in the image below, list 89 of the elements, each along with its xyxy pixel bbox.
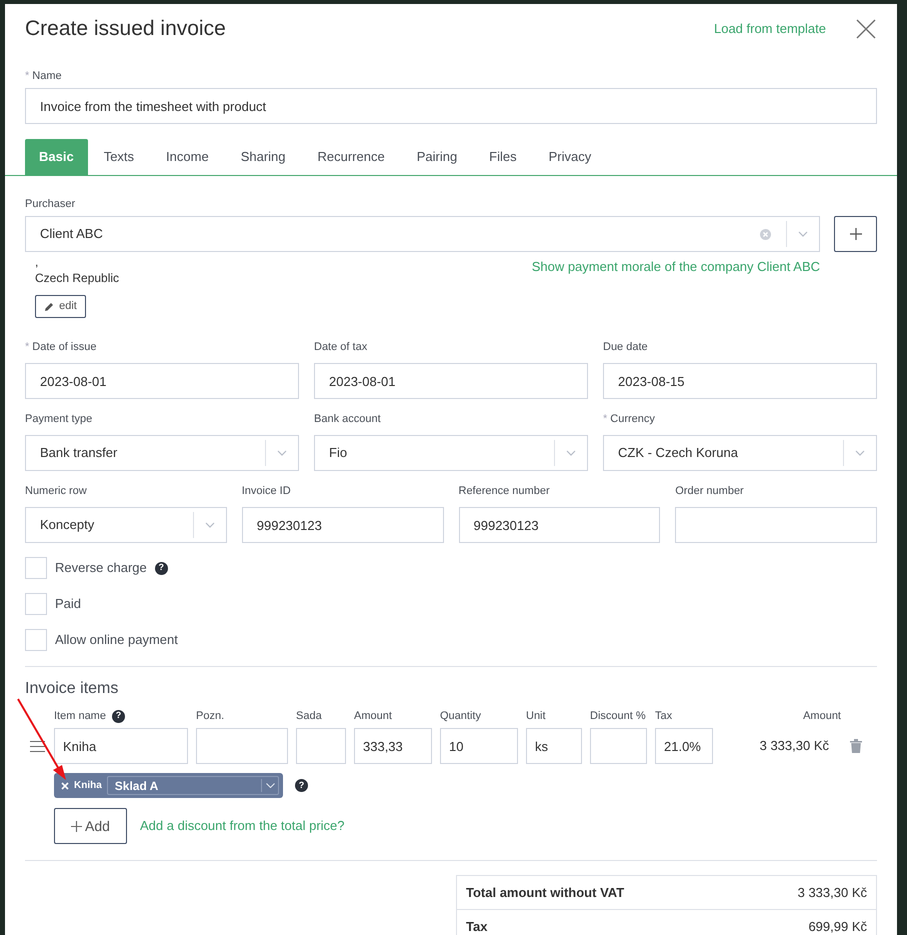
warehouse-select[interactable]: Sklad A: [106, 776, 279, 795]
edit-button[interactable]: edit: [35, 295, 86, 318]
item-total: 3 333,30 Kč: [758, 737, 829, 756]
column-header: Amount: [803, 708, 841, 724]
item-input[interactable]: [590, 728, 647, 764]
field-label: Name: [32, 69, 62, 84]
column-header: Sada: [296, 708, 322, 724]
total-value: 699,99 Kč: [808, 918, 867, 935]
field-label: Date of tax: [314, 340, 368, 355]
add-purchaser-button[interactable]: [834, 216, 877, 252]
tab[interactable]: Privacy: [532, 139, 608, 175]
tag-product: Kniha: [74, 779, 102, 793]
item-input[interactable]: ks: [526, 728, 582, 764]
required-mark: *: [25, 340, 30, 355]
field-label: Numeric row: [25, 484, 87, 499]
select-field[interactable]: CZK - Czech Koruna: [603, 435, 877, 471]
field-label: Payment type: [25, 412, 92, 427]
column-header: Tax: [655, 708, 672, 724]
field-label: Invoice ID: [242, 484, 291, 499]
item-input[interactable]: [196, 728, 288, 764]
tab[interactable]: Sharing: [224, 139, 302, 175]
item-input[interactable]: [296, 728, 346, 764]
checkbox-label: Allow online payment: [55, 631, 178, 650]
total-value: 3 333,30 Kč: [798, 884, 867, 902]
drag-handle-icon[interactable]: [30, 740, 45, 752]
input-field[interactable]: 2023-08-01: [314, 363, 588, 399]
remove-icon[interactable]: [61, 782, 69, 790]
chevron-down-icon: [266, 783, 275, 788]
input-field[interactable]: 999230123: [458, 507, 660, 543]
chevron-down-icon: [566, 450, 576, 456]
chevron-down-icon: [277, 450, 287, 456]
checkbox[interactable]: [25, 557, 47, 579]
field-label: Currency: [610, 412, 655, 427]
trash-icon[interactable]: [850, 739, 862, 753]
field-label: Due date: [603, 340, 648, 355]
plus-icon: [71, 820, 82, 832]
input-field[interactable]: 2023-08-15: [603, 363, 877, 399]
item-input[interactable]: 10: [440, 728, 518, 764]
required-mark: *: [25, 69, 30, 84]
address-line: ,: [35, 255, 40, 270]
chevron-down-icon: [798, 231, 808, 237]
help-icon[interactable]: ?: [112, 710, 125, 722]
select-field[interactable]: Koncepty: [25, 507, 227, 543]
chevron-down-icon: [204, 522, 215, 528]
select-field[interactable]: Fio: [314, 435, 588, 471]
add-item-button[interactable]: Add: [54, 808, 127, 844]
checkbox-label: Reverse charge: [55, 559, 147, 578]
field-label: Order number: [675, 484, 744, 499]
chevron-down-icon: [855, 450, 865, 456]
checkbox[interactable]: [25, 629, 47, 651]
tab[interactable]: Recurrence: [302, 139, 401, 175]
item-input[interactable]: Kniha: [54, 728, 188, 764]
total-label: Total amount without VAT: [466, 884, 626, 902]
stock-tag[interactable]: Kniha Sklad A: [54, 773, 283, 798]
help-icon[interactable]: ?: [154, 562, 168, 574]
required-mark: *: [603, 412, 608, 427]
field-label: Purchaser: [25, 197, 76, 212]
purchaser-select[interactable]: Client ABC: [25, 216, 820, 252]
close-icon[interactable]: [856, 19, 876, 39]
field-label: Bank account: [314, 412, 381, 427]
input-field[interactable]: 2023-08-01: [25, 363, 299, 399]
total-label: Tax: [466, 918, 488, 935]
column-header: Unit: [526, 708, 546, 724]
tab[interactable]: Income: [150, 139, 225, 175]
item-input[interactable]: 333,33: [354, 728, 432, 764]
tab[interactable]: Texts: [88, 139, 150, 175]
plus-icon: [850, 228, 862, 240]
section-title: Invoice items: [25, 679, 120, 699]
field-label: Date of issue: [32, 340, 96, 355]
field-label: Reference number: [458, 484, 550, 499]
column-header: Pozn.: [196, 708, 224, 724]
input-field[interactable]: [675, 507, 877, 543]
clear-icon[interactable]: [760, 228, 771, 240]
tab[interactable]: Files: [473, 139, 533, 175]
column-header: Item name: [54, 708, 106, 724]
checkbox-label: Paid: [55, 595, 82, 614]
name-input[interactable]: Invoice from the timesheet with product: [25, 88, 877, 124]
dialog-title: Create issued invoice: [25, 16, 227, 42]
pencil-icon: [44, 302, 54, 312]
select-field[interactable]: Bank transfer: [25, 435, 299, 471]
column-header: Amount: [354, 708, 392, 724]
tab[interactable]: Pairing: [400, 139, 474, 175]
help-icon[interactable]: ?: [295, 779, 308, 792]
checkbox[interactable]: [25, 593, 47, 615]
column-header: Quantity: [440, 708, 481, 724]
item-input[interactable]: 21.0%: [655, 728, 713, 764]
column-header: Discount %: [590, 708, 646, 724]
input-field[interactable]: 999230123: [242, 507, 444, 543]
country-text: Czech Republic: [35, 270, 120, 286]
